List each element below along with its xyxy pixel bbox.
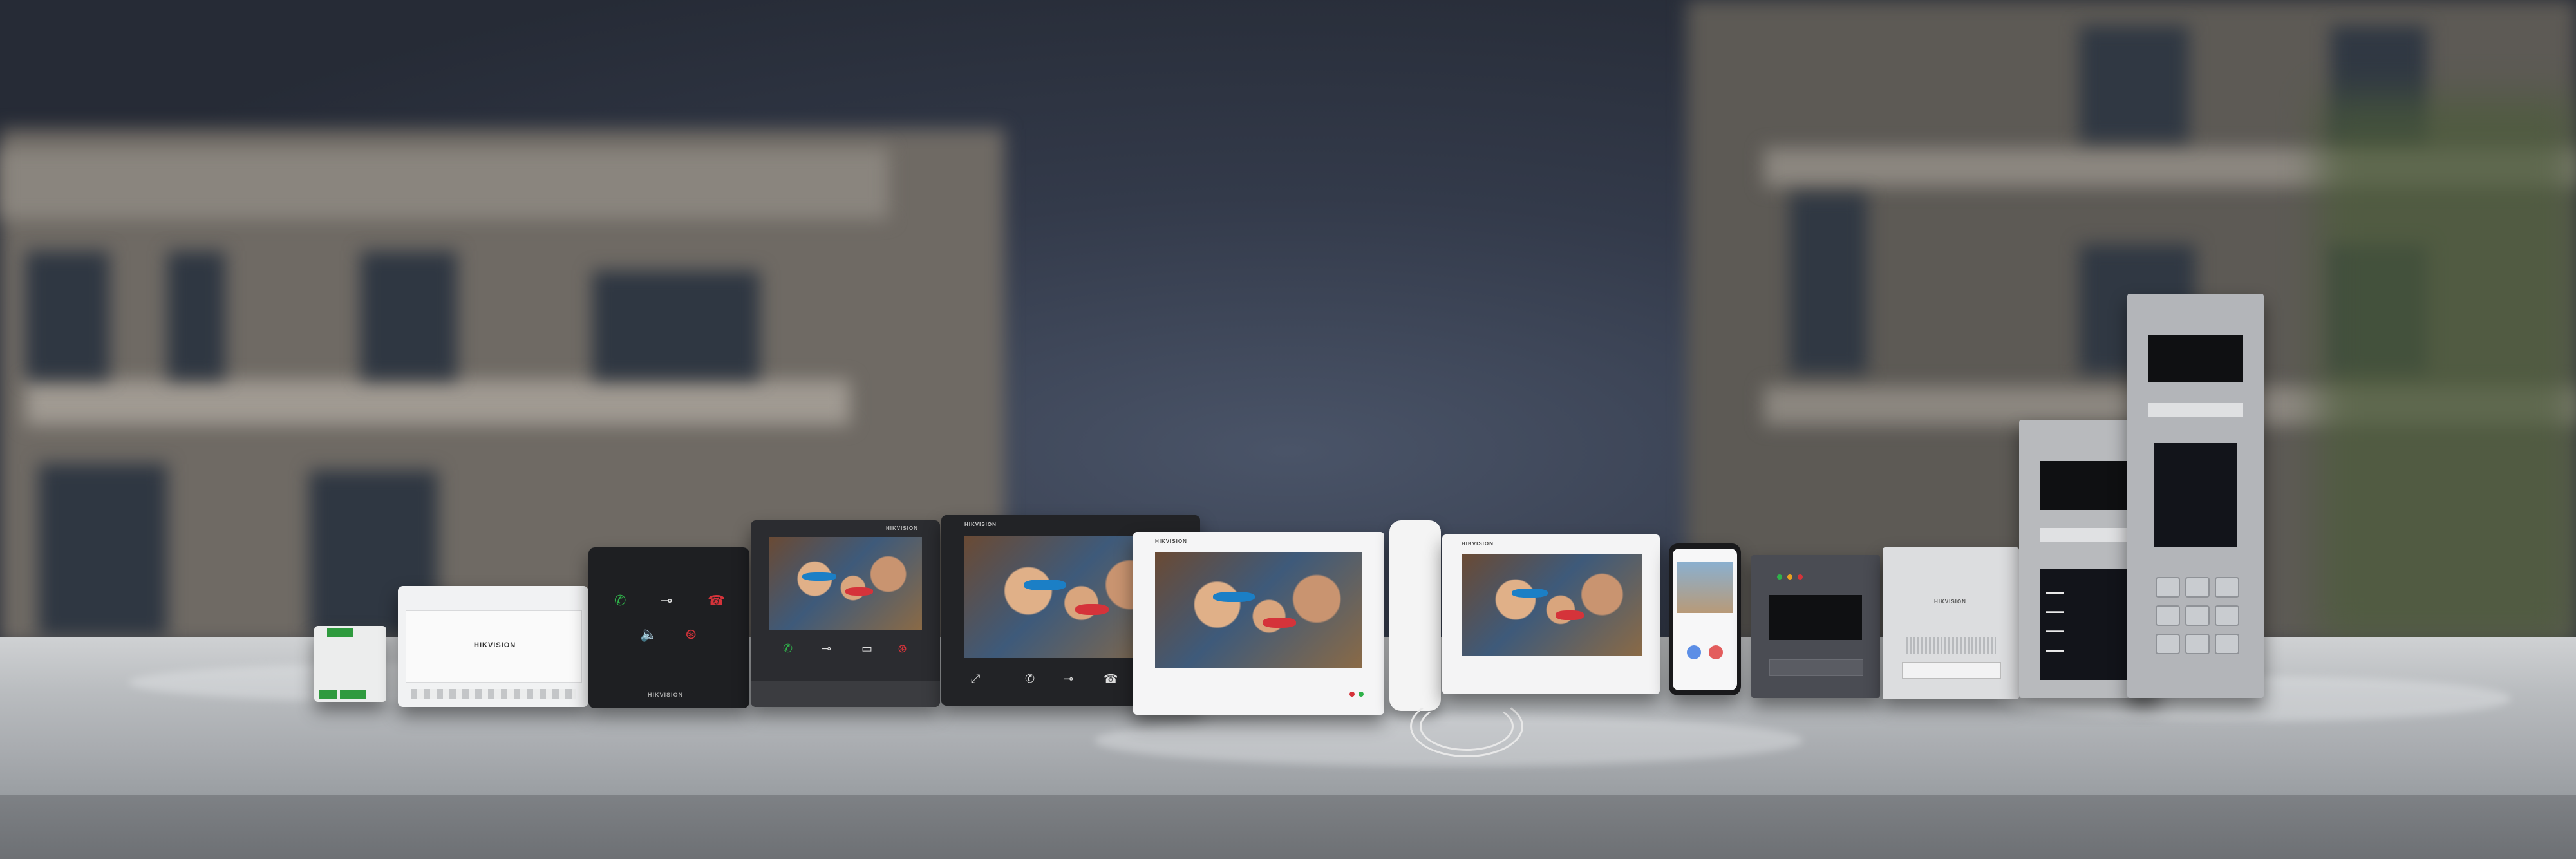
call-icon[interactable]: ✆	[1025, 673, 1035, 684]
door-station-logo: HIKVISION	[1934, 599, 1966, 605]
unlock-icon[interactable]: ⊸	[661, 594, 672, 608]
sunglasses-red	[1263, 617, 1296, 628]
display-row: ▬▬▬	[2046, 608, 2064, 614]
blurred-foliage	[2318, 97, 2576, 644]
smartphone-app	[1669, 543, 1741, 695]
keypad-key[interactable]	[2215, 605, 2239, 626]
keypad-key[interactable]	[2185, 634, 2210, 654]
status-led	[1777, 574, 1782, 580]
sunglasses-red	[1555, 610, 1584, 620]
sunglasses-blue	[1024, 580, 1067, 591]
building-left-window	[361, 251, 457, 380]
distributor-logo: HIKVISION	[474, 641, 516, 649]
distributor: HIKVISION	[398, 586, 588, 707]
keypad-key[interactable]	[2156, 634, 2180, 654]
call-icon[interactable]: ✆	[783, 643, 793, 654]
camera-lens	[1769, 595, 1862, 640]
phone-screen	[1673, 549, 1737, 690]
audio-station-logo: HIKVISION	[648, 692, 684, 698]
sunglasses-blue	[1512, 588, 1548, 598]
monitor-logo: HIKVISION	[1155, 538, 1187, 544]
monitor-screen	[769, 537, 922, 630]
terminal-block-icon	[319, 690, 337, 699]
expand-icon[interactable]: ⤢	[971, 673, 980, 684]
monitor-logo: HIKVISION	[1462, 541, 1494, 547]
camera-icon[interactable]: ▭	[861, 643, 872, 654]
family-photo	[769, 537, 922, 630]
status-led	[1798, 574, 1803, 580]
wiring-module	[314, 626, 386, 702]
alarm-icon[interactable]: ⊛	[685, 627, 697, 641]
keypad-key[interactable]	[2185, 577, 2210, 598]
sunglasses-blue	[802, 572, 836, 581]
monitor-logo: HIKVISION	[886, 525, 918, 531]
monitor-base	[751, 681, 940, 707]
sunglasses-red	[1075, 604, 1109, 616]
door-station-dark	[1751, 555, 1880, 698]
building-right-window	[2080, 26, 2189, 142]
product-lineup-scene: HIKVISION ✆ ⊸ ☎ 🔈 ⊛ HIKVISION HIKVISION …	[0, 0, 2576, 859]
status-led	[1359, 692, 1364, 697]
building-left-balcony	[26, 380, 850, 425]
door-station-modular-keypad	[2127, 294, 2264, 698]
indoor-monitor-white-1: HIKVISION	[1133, 532, 1384, 715]
monitor-logo: HIKVISION	[964, 522, 997, 527]
call-button[interactable]	[1902, 662, 2001, 679]
camera-lens	[2148, 335, 2243, 382]
unlock-icon[interactable]: ⊸	[822, 643, 831, 654]
handset-cord	[1420, 702, 1514, 751]
keypad-key[interactable]	[2215, 634, 2239, 654]
family-photo	[1155, 552, 1362, 668]
name-plate	[2040, 528, 2139, 542]
audio-indoor-station: ✆ ⊸ ☎ 🔈 ⊛ HIKVISION	[588, 547, 749, 708]
display-row: ▬▬▬	[2046, 647, 2064, 653]
name-plate	[2148, 403, 2243, 417]
phone-video-feed	[1677, 562, 1733, 613]
monitor-screen	[1462, 554, 1642, 656]
unlock-icon[interactable]: ⊸	[1064, 673, 1073, 684]
terminal-block-icon	[340, 690, 366, 699]
keypad-key[interactable]	[2185, 605, 2210, 626]
door-station-silver: HIKVISION	[1883, 547, 2019, 699]
alarm-icon[interactable]: ⊛	[898, 643, 907, 654]
building-left-window	[592, 270, 760, 380]
decline-call-icon[interactable]	[1709, 645, 1723, 659]
resident-list-display: ▬▬▬ ▬▬▬ ▬▬▬ ▬▬▬	[2040, 569, 2139, 680]
hangup-icon[interactable]: ☎	[1104, 673, 1118, 684]
sunglasses-red	[845, 587, 873, 596]
keypad-key[interactable]	[2156, 605, 2180, 626]
status-led	[1349, 692, 1355, 697]
call-icon[interactable]: ✆	[614, 594, 626, 608]
intercom-handset[interactable]	[1389, 520, 1441, 711]
display-row: ▬▬▬	[2046, 589, 2064, 595]
family-photo	[1462, 554, 1642, 656]
building-left-window	[39, 464, 167, 637]
accept-call-icon[interactable]	[1687, 645, 1701, 659]
monitor-screen	[1155, 552, 1362, 668]
sunglasses-blue	[1213, 592, 1255, 603]
speaker-grille	[1906, 637, 1996, 654]
building-left-window	[26, 251, 109, 380]
building-left-roof	[0, 148, 888, 219]
hangup-icon[interactable]: ☎	[708, 594, 725, 608]
keypad-key[interactable]	[2215, 577, 2239, 598]
indoor-monitor-white-handset: HIKVISION	[1442, 534, 1660, 694]
name-plate	[1769, 659, 1863, 676]
display-row: ▬▬▬	[2046, 627, 2064, 634]
keypad-key[interactable]	[2156, 577, 2180, 598]
status-led	[1787, 574, 1792, 580]
building-right-window	[1790, 193, 1867, 373]
table-front-edge	[0, 795, 2576, 859]
resident-list-display	[2154, 443, 2237, 547]
speaker-icon[interactable]: 🔈	[640, 627, 657, 641]
terminal-block-icon	[327, 628, 353, 637]
camera-lens	[2040, 461, 2139, 510]
indoor-monitor-dark-1: HIKVISION ✆ ⊸ ▭ ⊛	[751, 520, 940, 707]
terminal-strip	[411, 689, 576, 699]
building-left-window	[167, 251, 225, 380]
